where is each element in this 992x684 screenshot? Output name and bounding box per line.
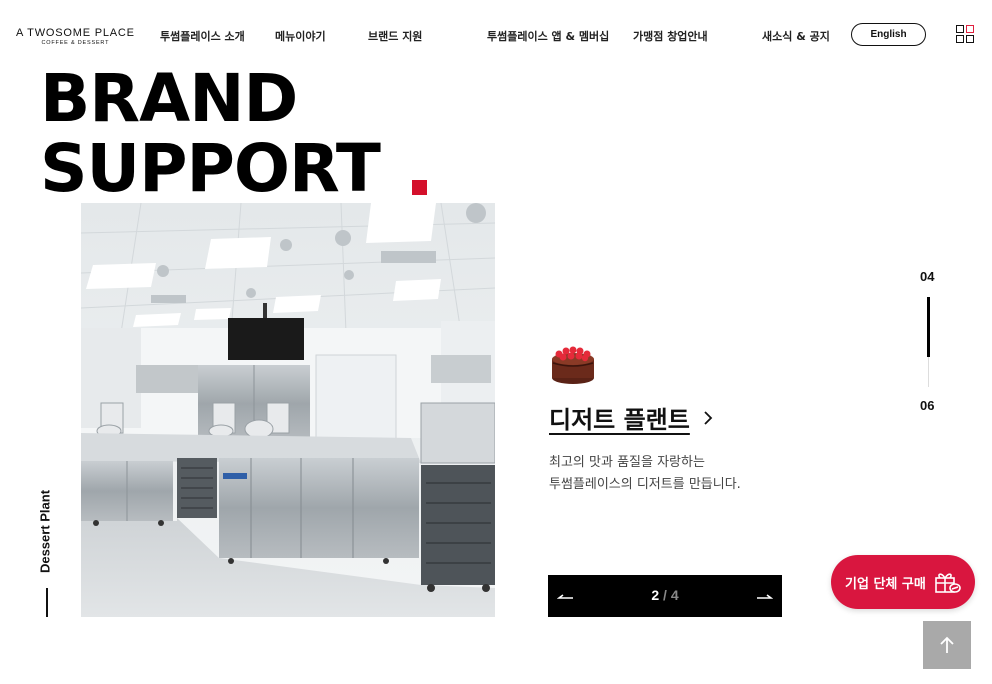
brand-logo[interactable]: A TWOSOME PLACE COFFEE & DESSERT [16,27,135,47]
scroll-top-button[interactable] [923,621,971,669]
english-button[interactable]: English [851,23,926,46]
gift-icon [934,569,962,595]
section-description: 최고의 맛과 품질을 자랑하는 투썸플레이스의 디저트를 만듭니다. [549,452,741,496]
logo-subtext: COFFEE & DESSERT [41,40,110,46]
description-line-2: 투썸플레이스의 디저트를 만듭니다. [549,477,741,492]
cake-icon [551,345,595,385]
description-line-1: 최고의 맛과 품질을 자랑하는 [549,455,705,470]
section-title-link[interactable]: 디저트 플랜트 [549,400,690,435]
nav-item-news[interactable]: 새소식 & 공지 [762,28,830,44]
nav-item-menu[interactable]: 메뉴이야기 [275,28,326,44]
grid-menu-icon[interactable] [956,25,975,44]
progress-label-top: 04 [920,269,935,284]
title-line-2: SUPPORT [40,130,381,207]
accent-square [412,180,427,195]
corporate-purchase-label: 기업 단체 구매 [845,577,926,592]
corporate-purchase-button[interactable]: 기업 단체 구매 [831,555,975,609]
slide-separator: / [663,587,667,603]
slide-current: 2 [651,587,660,603]
chevron-right-icon[interactable] [702,410,714,426]
logo-text: A TWOSOME PLACE [16,27,135,39]
slide-counter: 2 / 4 [548,587,782,603]
dessert-plant-photo [81,203,495,617]
slide-total: 4 [670,587,679,603]
progress-label-bottom: 06 [920,398,935,413]
section-vertical-label: Dessert Plant [37,489,53,574]
nav-item-brand-support[interactable]: 브랜드 지원 [368,28,422,44]
title-line-1: BRAND [40,60,298,137]
progress-fill [927,297,930,357]
nav-item-app-membership[interactable]: 투썸플레이스 앱 & 멤버십 [487,28,609,44]
arrow-up-icon [940,636,954,653]
page-title: BRAND SUPPORT [40,60,381,207]
slide-controller: 2 / 4 [548,575,782,617]
nav-item-about[interactable]: 투썸플레이스 소개 [160,28,245,44]
nav-item-franchise[interactable]: 가맹점 창업안내 [633,28,708,44]
vertical-label-wrap: Dessert Plant [33,490,57,582]
arrow-right-icon[interactable] [755,586,774,606]
vertical-divider [46,588,48,617]
